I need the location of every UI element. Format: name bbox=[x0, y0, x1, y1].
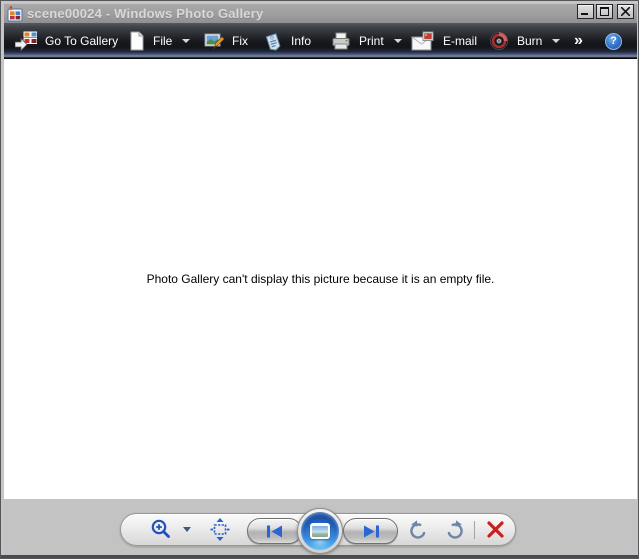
magnifier-plus-icon bbox=[151, 519, 170, 538]
previous-button[interactable] bbox=[247, 518, 302, 544]
toolbar-go-to-gallery[interactable]: Go To Gallery bbox=[15, 23, 118, 59]
delete-x-icon bbox=[487, 521, 504, 538]
rotate-counterclockwise-button[interactable] bbox=[408, 520, 428, 543]
slideshow-sphere bbox=[301, 512, 339, 550]
fix-photo-pencil-icon bbox=[204, 33, 224, 50]
minimize-icon bbox=[581, 13, 588, 15]
toolbar-burn[interactable]: Burn bbox=[489, 23, 561, 59]
go-to-gallery-icon bbox=[15, 31, 37, 52]
burn-disc-icon bbox=[490, 32, 508, 50]
email-envelope-icon bbox=[411, 31, 434, 51]
printer-icon bbox=[332, 32, 350, 50]
toolbar-label: E-mail bbox=[443, 34, 478, 48]
playback-bar bbox=[4, 499, 637, 557]
toolbar-info[interactable]: Info bbox=[263, 23, 311, 59]
window-title: scene00024 - Windows Photo Gallery bbox=[27, 6, 264, 21]
photo-gallery-window: scene00024 - Windows Photo Gallery Go To… bbox=[0, 0, 639, 559]
toolbar-label: Fix bbox=[232, 34, 248, 48]
help-icon: ? bbox=[605, 32, 622, 50]
toolbar-overflow[interactable]: » bbox=[574, 23, 583, 59]
delete-button[interactable] bbox=[486, 520, 505, 542]
info-tag-icon bbox=[265, 33, 281, 51]
close-icon bbox=[621, 7, 630, 16]
toolbar-file[interactable]: File bbox=[129, 23, 191, 59]
toolbar-fix[interactable]: Fix bbox=[204, 23, 248, 59]
toolbar-label: Go To Gallery bbox=[45, 34, 119, 48]
next-button[interactable] bbox=[343, 518, 398, 544]
previous-icon bbox=[266, 525, 282, 537]
next-icon bbox=[363, 525, 379, 537]
window-controls bbox=[575, 4, 634, 19]
fit-to-window-icon bbox=[210, 518, 230, 541]
window-bottom-edge bbox=[1, 555, 638, 558]
maximize-icon bbox=[600, 7, 609, 16]
rotate-clockwise-button[interactable] bbox=[445, 520, 465, 543]
zoom-dropdown-caret-icon[interactable] bbox=[183, 527, 191, 532]
toolbar-label: File bbox=[153, 34, 173, 48]
toolbar-print[interactable]: Print bbox=[331, 23, 402, 59]
empty-file-message: Photo Gallery can't display this picture… bbox=[146, 272, 495, 286]
toolbar-label: Print bbox=[359, 34, 384, 48]
slideshow-button[interactable] bbox=[297, 508, 343, 554]
minimize-button[interactable] bbox=[577, 4, 594, 19]
chevron-down-icon bbox=[393, 39, 402, 43]
file-page-icon bbox=[130, 31, 144, 51]
maximize-button[interactable] bbox=[596, 4, 613, 19]
chevron-down-icon bbox=[182, 39, 191, 43]
toolbar: Go To Gallery File Fix Info Print E-mail… bbox=[4, 23, 637, 59]
zoom-button[interactable] bbox=[150, 518, 174, 544]
slideshow-icon bbox=[310, 523, 330, 539]
rotate-counterclockwise-icon bbox=[410, 520, 426, 539]
rotate-clockwise-icon bbox=[447, 520, 463, 539]
toolbar-email[interactable]: E-mail bbox=[411, 23, 477, 59]
divider bbox=[474, 521, 475, 539]
close-button[interactable] bbox=[617, 4, 634, 19]
photo-gallery-app-icon bbox=[7, 5, 23, 21]
overflow-chevron-icon: » bbox=[574, 32, 583, 49]
toolbar-label: Burn bbox=[517, 34, 543, 48]
photo-viewer-canvas: Photo Gallery can't display this picture… bbox=[4, 59, 637, 499]
help-button[interactable]: ? bbox=[605, 23, 622, 59]
fit-to-window-button[interactable] bbox=[210, 518, 230, 544]
titlebar[interactable]: scene00024 - Windows Photo Gallery bbox=[4, 4, 637, 23]
chevron-down-icon bbox=[552, 39, 561, 43]
toolbar-label: Info bbox=[291, 34, 312, 48]
